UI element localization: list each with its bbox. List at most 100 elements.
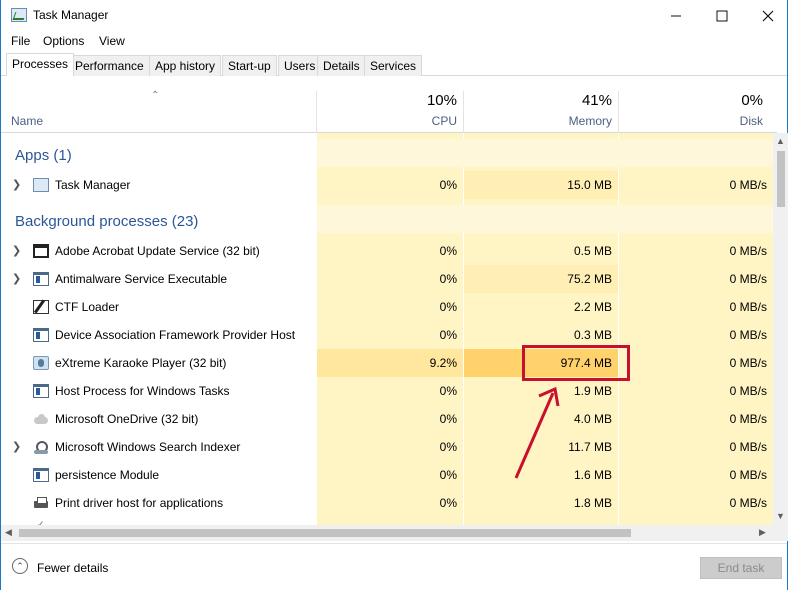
tab-processes[interactable]: Processes (6, 53, 75, 76)
process-name: Task Manager (55, 178, 131, 192)
expand-chevron-icon[interactable]: ❯ (12, 272, 21, 285)
tab-services[interactable]: Services (364, 55, 423, 76)
process-row[interactable]: Microsoft OneDrive (32 bit) 0% 4.0 MB 0 MB/… (1, 405, 773, 433)
memory-cell: 1.6 MB (464, 461, 618, 489)
memory-value: 15.0 MB (567, 178, 612, 192)
disk-cell: 0 MB/s (619, 433, 773, 461)
scroll-right-icon[interactable]: ▶ (759, 527, 766, 538)
memory-value: 4.0 MB (573, 412, 612, 426)
process-row[interactable]: Print driver host for applications 0% 1.8 … (1, 489, 773, 517)
process-row[interactable]: persistence Module 0% 1.6 MB 0 MB/s (1, 461, 773, 489)
disk-value: 0 MB/s (729, 384, 767, 398)
group-header-apps[interactable]: Apps (1) (1, 139, 773, 167)
process-row[interactable]: CTF Loader 0% 2.2 MB 0 MB/s (1, 293, 773, 321)
cpu-cell: 0% (317, 171, 463, 199)
disk-value: 0 MB/s (729, 412, 767, 426)
memory-cell: 75.2 MB (464, 265, 618, 293)
scroll-down-icon[interactable]: ▼ (776, 511, 785, 521)
process-row[interactable]: ❯ Adobe Acrobat Update Service (32 bit) 0%… (1, 237, 773, 265)
cpu-cell: 0% (317, 321, 463, 349)
process-row[interactable]: ❯ Microsoft Windows Search Indexer 0% 11.7 … (1, 433, 773, 461)
disk-value: 0 MB/s (729, 272, 767, 286)
disk-total-percent: 0% (741, 92, 763, 109)
process-row[interactable]: ❯ Task Manager 0% 15.0 MB 0 MB/s (1, 171, 773, 199)
memory-value: 0.5 MB (573, 244, 612, 258)
disk-cell: 0 MB/s (619, 405, 773, 433)
disk-cell: 0 MB/s (619, 349, 773, 377)
task-manager-window: Task Manager File Options View Processes… (0, 0, 788, 590)
cpu-value: 0% (439, 272, 457, 286)
column-name-header[interactable]: Name (11, 114, 43, 128)
window-title: Task Manager (33, 8, 109, 22)
task-manager-icon (33, 178, 49, 192)
memory-cell: 0.5 MB (464, 237, 618, 265)
maximize-icon (716, 10, 728, 21)
tab-users[interactable]: Users (278, 55, 322, 76)
scroll-up-icon[interactable]: ▲ (776, 136, 785, 146)
group-row-shade (317, 205, 773, 233)
column-divider[interactable] (463, 91, 464, 133)
disk-cell: 0 MB/s (619, 171, 773, 199)
process-row[interactable]: Device Association Framework Provider Ho… (1, 321, 773, 349)
disk-value: 0 MB/s (729, 244, 767, 258)
cpu-cell: 0% (317, 405, 463, 433)
menu-file[interactable]: File (11, 34, 30, 48)
menu-options[interactable]: Options (43, 34, 84, 48)
chevron-up-icon[interactable]: ⌃ (12, 558, 28, 574)
close-icon (762, 10, 774, 21)
tab-details[interactable]: Details (317, 55, 366, 76)
column-divider[interactable] (618, 91, 619, 133)
footer: ⌃ Fewer details End task (1, 543, 787, 590)
cpu-value: 0% (439, 244, 457, 258)
process-name: Antimalware Service Executable (55, 272, 228, 286)
cpu-total-percent: 10% (426, 92, 457, 109)
menu-view[interactable]: View (99, 34, 125, 48)
group-row-shade (317, 139, 773, 167)
disk-value: 0 MB/s (729, 496, 767, 510)
service-icon (33, 468, 49, 482)
cpu-cell: 0% (317, 293, 463, 321)
service-icon (33, 328, 49, 342)
cpu-value: 0% (439, 440, 457, 454)
vertical-scroll-thumb[interactable] (777, 151, 785, 207)
expand-chevron-icon[interactable]: ❯ (12, 244, 21, 257)
process-row[interactable]: eXtreme Karaoke Player (32 bit) 9.2% 977.4… (1, 349, 773, 377)
group-header-background[interactable]: Background processes (23) (1, 205, 773, 233)
title-bar[interactable]: Task Manager (1, 0, 787, 31)
expand-chevron-icon[interactable]: ❯ (12, 440, 21, 453)
tab-app-history[interactable]: App history (149, 55, 222, 76)
fewer-details-link[interactable]: Fewer details (37, 561, 108, 575)
process-name: eXtreme Karaoke Player (32 bit) (55, 356, 227, 370)
window-icon (33, 244, 49, 258)
expand-chevron-icon[interactable]: ❯ (12, 178, 21, 191)
memory-total-percent: 41% (581, 92, 612, 109)
maximize-button[interactable] (699, 0, 745, 31)
cpu-cell: 0% (317, 377, 463, 405)
column-memory-header[interactable]: Memory (532, 114, 612, 128)
minimize-button[interactable] (653, 0, 699, 31)
cpu-value: 0% (439, 496, 457, 510)
tab-performance[interactable]: Performance (69, 55, 150, 76)
disk-cell: 0 MB/s (619, 293, 773, 321)
process-list[interactable]: Apps (1) ❯ Task Manager 0% 15.0 MB 0 MB/s Ba… (1, 133, 773, 525)
process-row[interactable]: ❯ Antimalware Service Executable 0% 75.2 MB… (1, 265, 773, 293)
close-button[interactable] (745, 0, 788, 31)
cpu-value: 0% (439, 178, 457, 192)
process-name: Device Association Framework Provider Ho… (55, 328, 296, 342)
column-cpu-header[interactable]: CPU (377, 114, 457, 128)
cpu-cell: 0% (317, 237, 463, 265)
column-disk-header[interactable]: Disk (683, 114, 763, 128)
vertical-scrollbar[interactable]: ▲ ▼ (773, 133, 788, 525)
end-task-button[interactable]: End task (700, 557, 782, 579)
process-name: CTF Loader (55, 300, 120, 314)
horizontal-scroll-thumb[interactable] (19, 529, 631, 537)
horizontal-scrollbar[interactable]: ◀ ▶ (1, 525, 773, 541)
disk-cell: 0 MB/s (619, 489, 773, 517)
scroll-left-icon[interactable]: ◀ (5, 527, 12, 538)
memory-value: 75.2 MB (567, 272, 612, 286)
process-name: Microsoft Windows Search Indexer (55, 440, 241, 454)
process-row[interactable]: Host Process for Windows Tasks 0% 1.9 MB 0 … (1, 377, 773, 405)
column-divider[interactable] (316, 91, 317, 133)
disk-cell: 0 MB/s (619, 377, 773, 405)
tab-startup[interactable]: Start-up (222, 55, 277, 76)
